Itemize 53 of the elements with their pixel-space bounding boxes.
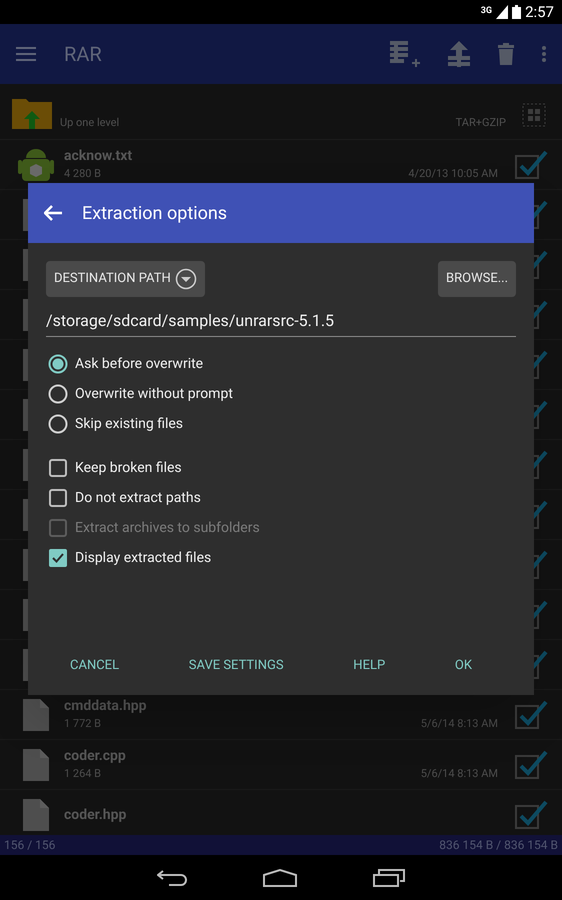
total-size: 836 154 B / 836 154 B <box>439 837 558 854</box>
file-date: 4/20/13 10:05 AM <box>408 166 498 182</box>
back-arrow-icon[interactable] <box>44 205 62 221</box>
app-title: RAR <box>64 41 102 68</box>
file-name: coder.hpp <box>64 806 128 824</box>
dialog-action[interactable]: HELP <box>349 652 390 679</box>
up-level-label: Up one level <box>60 114 120 130</box>
signal-icon <box>496 5 508 19</box>
dialog-action[interactable]: SAVE SETTINGS <box>184 652 288 679</box>
dialog-action[interactable]: CANCEL <box>66 652 124 679</box>
browse-button[interactable]: BROWSE... <box>438 261 516 297</box>
battery-icon <box>512 5 522 19</box>
trash-icon[interactable] <box>498 43 514 65</box>
add-to-archive-icon[interactable] <box>390 41 420 67</box>
dropdown-icon <box>174 268 197 290</box>
file-icon <box>23 698 49 730</box>
folder-up-icon <box>12 97 52 131</box>
checkbox[interactable] <box>48 548 68 568</box>
radio-label: Skip existing files <box>75 414 184 434</box>
home-icon[interactable] <box>263 868 297 886</box>
checkbox[interactable] <box>48 488 68 508</box>
clock: 2:57 <box>525 2 554 23</box>
file-icon <box>23 748 49 780</box>
dialog-action[interactable]: OK <box>450 652 476 679</box>
back-icon[interactable] <box>157 868 187 886</box>
file-size: 4 280 B <box>64 166 102 182</box>
checkbox[interactable] <box>48 458 68 478</box>
radio-label: Ask before overwrite <box>75 354 204 374</box>
radio-button[interactable] <box>48 414 68 434</box>
extract-icon[interactable] <box>448 41 470 67</box>
dialog-title: Extraction options <box>82 202 228 226</box>
file-date: 5/6/14 8:13 AM <box>420 766 498 782</box>
select-all-icon[interactable] <box>522 103 546 127</box>
recent-apps-icon[interactable] <box>373 868 405 886</box>
radio-button[interactable] <box>48 384 68 404</box>
radio-label: Overwrite without prompt <box>75 384 233 404</box>
checkbox-label: Do not extract paths <box>75 488 201 508</box>
overflow-menu-icon[interactable] <box>542 46 546 62</box>
checkbox-label: Keep broken files <box>75 458 182 478</box>
format-label: TAR+GZIP <box>456 114 506 130</box>
checkbox-label: Display extracted files <box>75 548 212 568</box>
file-name: coder.cpp <box>64 747 127 766</box>
menu-icon[interactable] <box>16 47 36 61</box>
file-name: acknow.txt <box>64 147 134 166</box>
item-count: 156 / 156 <box>4 837 56 854</box>
radio-button[interactable] <box>48 354 68 374</box>
file-icon <box>23 798 49 830</box>
path-field[interactable]: /storage/sdcard/samples/unrarsrc-5.1.5 <box>46 305 516 337</box>
network-label: 3G <box>480 5 492 18</box>
checkbox-label: Extract archives to subfolders <box>75 518 260 538</box>
destination-path-button[interactable]: DESTINATION PATH <box>46 261 205 297</box>
file-name: cmddata.hpp <box>64 697 148 716</box>
file-size: 1 264 B <box>64 766 102 782</box>
